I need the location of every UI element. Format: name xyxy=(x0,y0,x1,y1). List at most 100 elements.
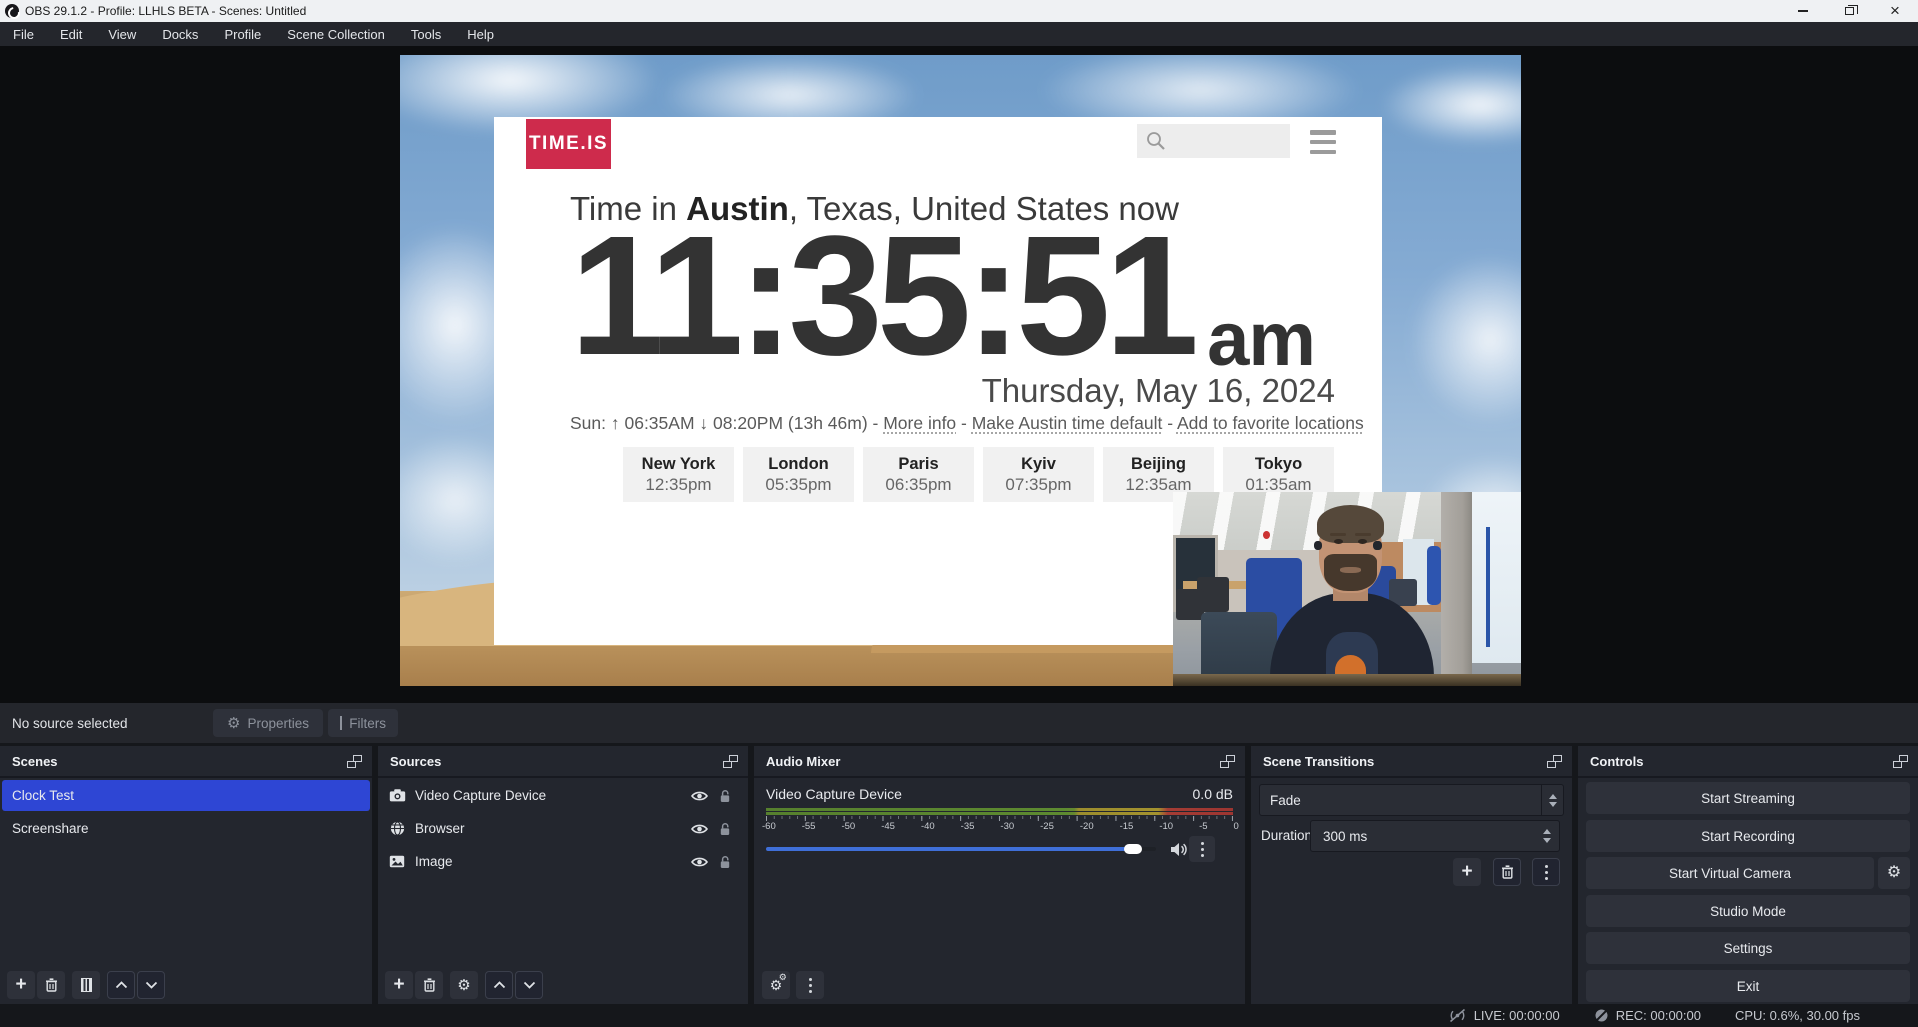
menu-edit[interactable]: Edit xyxy=(47,22,95,46)
webcam-video-source[interactable] xyxy=(1173,492,1521,686)
menu-help[interactable]: Help xyxy=(454,22,507,46)
popout-icon[interactable] xyxy=(1220,755,1235,768)
menu-tools[interactable]: Tools xyxy=(398,22,454,46)
timeis-date: Thursday, May 16, 2024 xyxy=(982,372,1335,410)
visibility-eye-icon[interactable] xyxy=(686,823,712,835)
scenes-footer: + xyxy=(0,971,372,1000)
eye xyxy=(1358,539,1367,544)
visibility-eye-icon[interactable] xyxy=(686,790,712,802)
meter-tick-labels: -60-55-50-45-40-35-30-25-20-15-10-50 xyxy=(762,821,1239,832)
visibility-eye-icon[interactable] xyxy=(686,856,712,868)
speaker-icon[interactable] xyxy=(1170,842,1188,857)
scene-filters-button[interactable] xyxy=(72,971,100,999)
scene-item-screenshare[interactable]: Screenshare xyxy=(2,813,370,844)
sources-header: Sources xyxy=(378,746,748,778)
timeis-clock: 11:35:51 am xyxy=(570,201,1315,381)
timeis-search-box xyxy=(1137,124,1290,158)
person-mouth xyxy=(1340,567,1361,573)
camera-icon xyxy=(388,789,406,802)
mixer-channel-name: Video Capture Device xyxy=(766,786,902,802)
scenes-header: Scenes xyxy=(0,746,372,778)
exit-button[interactable]: Exit xyxy=(1586,970,1910,1002)
spin-arrows[interactable] xyxy=(1543,829,1551,843)
transition-select[interactable]: Fade xyxy=(1259,784,1564,816)
image-icon xyxy=(388,855,406,868)
start-virtual-camera-button[interactable]: Start Virtual Camera xyxy=(1586,857,1874,889)
source-row-video-capture[interactable]: Video Capture Device xyxy=(378,780,748,811)
add-scene-button[interactable]: + xyxy=(7,971,35,999)
volume-meter xyxy=(766,808,1233,815)
person-hair xyxy=(1317,505,1385,544)
scene-item-clock-test[interactable]: Clock Test xyxy=(2,780,370,811)
remove-transition-button[interactable] xyxy=(1493,858,1521,886)
move-scene-up-button[interactable] xyxy=(107,971,135,999)
transition-properties-button[interactable] xyxy=(1532,858,1560,886)
start-streaming-button[interactable]: Start Streaming xyxy=(1586,782,1910,814)
volume-slider-handle[interactable] xyxy=(1124,844,1142,854)
chevron-down-icon xyxy=(145,981,158,989)
add-transition-button[interactable]: + xyxy=(1453,858,1481,886)
unlock-icon[interactable] xyxy=(712,822,738,836)
plus-icon: + xyxy=(1461,862,1472,881)
move-source-down-button[interactable] xyxy=(515,971,543,999)
start-recording-button[interactable]: Start Recording xyxy=(1586,820,1910,852)
duration-label: Duration xyxy=(1261,828,1312,843)
chevron-up-icon xyxy=(1543,829,1551,834)
advanced-audio-button[interactable]: ⚙⚙ xyxy=(762,971,790,999)
studio-mode-button[interactable]: Studio Mode xyxy=(1586,895,1910,927)
chevron-up-icon xyxy=(493,981,506,989)
move-scene-down-button[interactable] xyxy=(137,971,165,999)
video-preview-canvas[interactable]: TIME.IS Time in Austin, Texas, United St… xyxy=(400,55,1521,686)
restore-icon xyxy=(1845,7,1854,15)
double-gear-icon: ⚙⚙ xyxy=(770,977,783,994)
dock-area: Scenes Clock Test Screenshare + Sources xyxy=(0,743,1918,1004)
popout-icon[interactable] xyxy=(347,755,362,768)
settings-button[interactable]: Settings xyxy=(1586,932,1910,964)
select-spinner[interactable] xyxy=(1541,785,1563,815)
popout-icon[interactable] xyxy=(1547,755,1562,768)
eyebrow xyxy=(1330,533,1346,536)
window-title: OBS 29.1.2 - Profile: LLHLS BETA - Scene… xyxy=(25,4,1780,18)
mixer-menu-button[interactable] xyxy=(796,971,824,999)
filters-button[interactable]: Filters xyxy=(328,709,398,737)
source-row-browser[interactable]: Browser xyxy=(378,813,748,844)
minimize-button[interactable] xyxy=(1780,0,1826,22)
trash-icon xyxy=(423,978,436,992)
restore-button[interactable] xyxy=(1826,0,1872,22)
menu-view[interactable]: View xyxy=(95,22,149,46)
eye xyxy=(1334,539,1343,544)
trash-icon xyxy=(45,978,58,992)
mixer-channel-menu-button[interactable] xyxy=(1189,836,1215,862)
record-inactive-icon xyxy=(1594,1008,1609,1023)
unlock-icon[interactable] xyxy=(712,789,738,803)
add-source-button[interactable]: + xyxy=(385,971,413,999)
menu-scene-collection[interactable]: Scene Collection xyxy=(274,22,398,46)
status-bar: LIVE: 00:00:00 REC: 00:00:00 CPU: 0.6%, … xyxy=(0,1004,1918,1027)
source-row-image[interactable]: Image xyxy=(378,846,748,877)
remove-source-button[interactable] xyxy=(415,971,443,999)
properties-button[interactable]: ⚙ Properties xyxy=(213,709,323,737)
duration-spinbox[interactable]: 300 ms xyxy=(1310,820,1560,852)
popout-icon[interactable] xyxy=(1893,755,1908,768)
trash-icon xyxy=(1501,865,1514,879)
controls-panel: Controls Start Streaming Start Recording… xyxy=(1578,746,1918,1004)
sources-panel: Sources Video Capture Device Browser xyxy=(378,746,748,1004)
volume-slider[interactable] xyxy=(766,847,1156,851)
menu-file[interactable]: File xyxy=(0,22,47,46)
city-box: Paris06:35pm xyxy=(863,447,974,502)
menu-bar: File Edit View Docks Profile Scene Colle… xyxy=(0,22,1918,46)
remove-scene-button[interactable] xyxy=(37,971,65,999)
move-source-up-button[interactable] xyxy=(485,971,513,999)
transitions-header: Scene Transitions xyxy=(1251,746,1572,778)
bright-window xyxy=(1472,492,1521,663)
source-properties-button[interactable]: ⚙ xyxy=(450,971,478,999)
window-titlebar: OBS 29.1.2 - Profile: LLHLS BETA - Scene… xyxy=(0,0,1918,22)
unlock-icon[interactable] xyxy=(712,855,738,869)
virtual-camera-settings-button[interactable]: ⚙ xyxy=(1878,857,1910,889)
menu-profile[interactable]: Profile xyxy=(211,22,274,46)
menu-docks[interactable]: Docks xyxy=(149,22,211,46)
chevron-up-icon xyxy=(115,981,128,989)
close-button[interactable]: × xyxy=(1872,0,1918,22)
popout-icon[interactable] xyxy=(723,755,738,768)
city-box: London05:35pm xyxy=(743,447,854,502)
